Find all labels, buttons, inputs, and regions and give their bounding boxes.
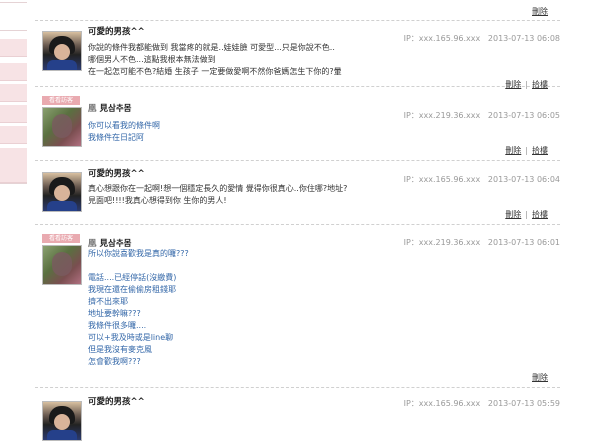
comment-line: 真心想跟你在一起啊!想一個穩定長久的愛情 覺得你很真心..你住哪?地址? [88,184,348,193]
comment-meta: IP：xxx.165.96.xxx 2013-07-13 05:59 [404,398,560,409]
comment-body: 你說的條件我都能做到 我當疼的就是..娃娃臉 可愛型...只是你說不色.. 哪個… [88,42,342,78]
reply-link[interactable]: 拾樓 [532,146,548,155]
avatar[interactable] [42,401,82,441]
sidebar-item[interactable] [0,165,27,183]
comment-line: 我現在還在偷偷房租錢耶 [88,285,176,294]
commenter-name[interactable]: 可愛的男孩^^ [88,395,145,407]
commenter-name[interactable]: 可愛的男孩^^ [88,25,145,37]
sidebar-divider [0,30,27,31]
comment-line: 擠不出來耶 [88,297,128,306]
sidebar-divider [0,2,27,3]
comment-meta: IP：xxx.219.36.xxx 2013-07-13 06:01 [404,237,560,248]
comment-line: 所以你說喜歡我是真的囉??? [88,249,189,258]
comment-line: 我條件很多囉.... [88,321,147,330]
comment-line: 可以+我及時或是line聊 [88,333,174,342]
commenter-name-text: 見삼추몸 [99,104,132,114]
comment-ip: IP：xxx.165.96.xxx [403,399,481,408]
guest-badge: 看看訪客 [42,234,80,243]
delete-link[interactable]: 刪除 [532,7,548,16]
comment-line: 你說的條件我都能做到 我當疼的就是..娃娃臉 可愛型...只是你說不色.. [88,43,335,52]
avatar[interactable] [42,31,82,71]
delete-link[interactable]: 刪除 [505,210,521,219]
sidebar-item[interactable] [0,126,27,144]
delete-link[interactable]: 刪除 [505,80,521,89]
guest-badge: 看看訪客 [42,96,80,105]
comment-meta: IP：xxx.219.36.xxx 2013-07-13 06:05 [404,110,560,121]
comment-divider [35,387,560,388]
sidebar-item[interactable] [0,105,27,123]
comment-body: 你可以看我的條件啊 我條件在日記阿 [88,120,160,144]
comment-body: 真心想跟你在一起啊!想一個穩定長久的愛情 覺得你很真心..你住哪?地址? 見面吧… [88,183,347,207]
comment-actions: 刪除 | 拾樓 [505,210,548,219]
comment-line: 地址要幹嘛??? [88,309,141,318]
reply-link[interactable]: 拾樓 [532,210,548,219]
comment-divider [35,20,560,21]
avatar[interactable] [42,107,82,147]
comment-actions: 刪除 | 拾樓 [505,80,548,89]
sidebar-item[interactable] [0,63,27,81]
sidebar-item[interactable] [0,39,27,57]
comment-actions: 刪除 [532,372,548,383]
comment-time: 2013-07-13 06:01 [487,238,560,247]
comment-line: 我條件在日記阿 [88,133,144,142]
pin-icon: 凰 [88,104,97,114]
sidebar [0,0,27,409]
comment-line: 怎會歡我啊??? [88,357,141,366]
comment-line: 電話....已經停話(沒繳費) [88,273,177,282]
avatar[interactable] [42,172,82,212]
comment-ip: IP：xxx.219.36.xxx [403,238,481,247]
delete-link[interactable]: 刪除 [505,146,521,155]
comment-time: 2013-07-13 06:04 [487,175,560,184]
sidebar-item[interactable] [0,148,27,166]
comment-divider [35,160,560,161]
comment-divider [35,224,560,225]
comment-ip: IP：xxx.219.36.xxx [403,111,481,120]
comment-actions: 刪除 | 拾樓 [505,146,548,155]
comment-body: 所以你說喜歡我是真的囉??? 電話....已經停話(沒繳費) 我現在還在偷偷房租… [88,248,189,368]
comment-time: 2013-07-13 05:59 [487,399,560,408]
comment-line [88,260,189,272]
comment-ip: IP：xxx.165.96.xxx [403,34,481,43]
comment-line: 哪個男人不色...這點我根本無法做到 [88,55,216,64]
comment-time: 2013-07-13 06:08 [487,34,560,43]
comment-line: 見面吧!!!!我真心想得到你 生你的男人! [88,196,227,205]
comment-ip: IP：xxx.165.96.xxx [403,175,481,184]
comment-list: 刪除 可愛的男孩^^ IP：xxx.165.96.xxx 2013-07-13 … [35,0,560,441]
comment-divider [35,86,560,87]
comment-actions: 刪除 [532,6,548,17]
comment-meta: IP：xxx.165.96.xxx 2013-07-13 06:04 [404,174,560,185]
commenter-name[interactable]: 凰見삼추몸 [88,102,131,114]
comment-line: 但是我沒有麥克風 [88,345,152,354]
avatar[interactable] [42,245,82,285]
comment-line: 你可以看我的條件啊 [88,121,160,130]
sidebar-divider [0,183,27,184]
delete-link[interactable]: 刪除 [532,373,548,382]
sidebar-item[interactable] [0,84,27,102]
commenter-name[interactable]: 可愛的男孩^^ [88,167,145,179]
comment-time: 2013-07-13 06:05 [487,111,560,120]
reply-link[interactable]: 拾樓 [532,80,548,89]
comment-line: 在一起怎可能不色?結婚 生孩子 一定要做愛啊不然你爸媽怎生下你的?暈 [88,67,342,76]
comment-meta: IP：xxx.165.96.xxx 2013-07-13 06:08 [404,33,560,44]
